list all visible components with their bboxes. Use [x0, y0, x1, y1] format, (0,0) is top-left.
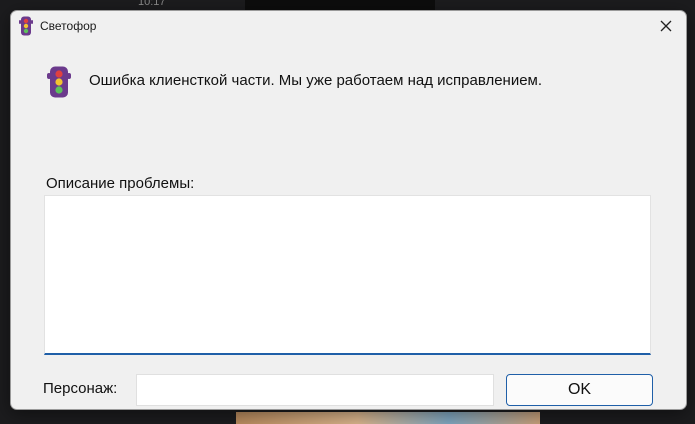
close-icon	[660, 20, 672, 32]
title-bar[interactable]: Светофор	[11, 11, 686, 41]
background-window-strip	[245, 0, 435, 10]
traffic-light-icon	[47, 66, 71, 98]
background-image-strip	[236, 412, 540, 424]
ok-button[interactable]: OK	[506, 374, 653, 406]
close-button[interactable]	[646, 11, 686, 41]
character-label: Персонаж:	[43, 380, 118, 397]
description-textarea[interactable]	[44, 195, 651, 355]
background-clock: 10:17	[138, 0, 166, 8]
description-label: Описание проблемы:	[46, 175, 195, 192]
character-input[interactable]	[136, 374, 494, 406]
traffic-light-icon	[19, 16, 33, 36]
error-message: Ошибка клиенсткой части. Мы уже работаем…	[89, 72, 543, 89]
window-title: Светофор	[40, 19, 97, 33]
error-dialog: Светофор Ошибка клиенсткой части. Мы уже…	[10, 10, 687, 410]
